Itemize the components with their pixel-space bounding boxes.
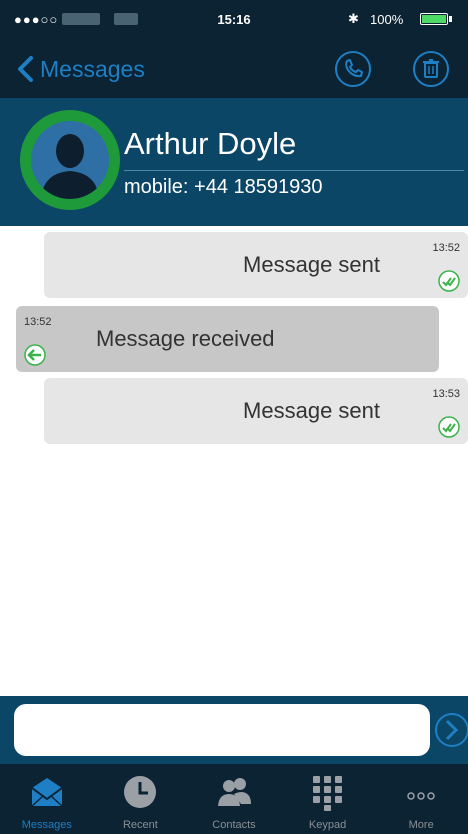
message-time: 13:53: [432, 388, 460, 400]
message-bubble-sent[interactable]: Message sent 13:52: [44, 232, 468, 298]
delivered-check-icon: [438, 270, 460, 292]
message-time: 13:52: [432, 242, 460, 254]
tab-messages[interactable]: Messages: [0, 764, 94, 834]
message-input[interactable]: [14, 704, 430, 756]
nav-bar: Messages: [0, 40, 468, 98]
send-button[interactable]: [432, 710, 468, 750]
message-bubble-sent[interactable]: Message sent 13:53: [44, 378, 468, 444]
tab-more[interactable]: More: [374, 764, 468, 834]
clock-icon: [124, 776, 157, 808]
battery-tip: [449, 16, 452, 22]
messages-icon: [31, 778, 63, 807]
tab-keypad[interactable]: Keypad: [281, 764, 375, 834]
tab-label: More: [408, 819, 434, 831]
message-time: 13:52: [24, 316, 52, 328]
more-icon: [407, 792, 435, 800]
back-button[interactable]: Messages: [16, 52, 145, 86]
bluetooth-icon: ✱: [348, 11, 359, 26]
back-button-label: Messages: [40, 55, 145, 82]
message-text: Message received: [96, 326, 275, 351]
tab-recent[interactable]: Recent: [94, 764, 188, 834]
tab-label: Contacts: [212, 819, 256, 831]
tab-label: Keypad: [308, 819, 347, 831]
battery-percent: 100%: [370, 12, 404, 27]
avatar[interactable]: [20, 110, 120, 210]
tab-label: Messages: [21, 819, 72, 831]
delivered-check-icon: [438, 416, 460, 438]
battery-icon: [420, 13, 448, 25]
phone-icon: [335, 51, 371, 87]
contact-number: mobile: +44 18591930: [124, 176, 323, 198]
tab-bar: Messages Recent Contacts Keypad More: [0, 764, 468, 834]
tab-contacts[interactable]: Contacts: [187, 764, 281, 834]
send-arrow-icon: [435, 713, 468, 747]
message-text: Message sent: [243, 252, 380, 277]
contact-header: Arthur Doyle mobile: +44 18591930: [0, 98, 468, 226]
call-button[interactable]: [334, 50, 372, 88]
message-text: Message sent: [243, 398, 380, 423]
tab-label: Recent: [122, 819, 158, 831]
status-bar: ●●●○○ 15:16 ✱ 100%: [0, 0, 468, 40]
contact-divider: [124, 170, 464, 171]
trash-icon: [413, 51, 449, 87]
delete-button[interactable]: [412, 50, 450, 88]
contacts-icon: [217, 778, 251, 806]
chevron-left-icon: [18, 56, 33, 82]
contact-name: Arthur Doyle: [124, 126, 297, 161]
message-bubble-received[interactable]: 13:52 Message received: [16, 306, 439, 372]
compose-bar: [0, 696, 468, 764]
incoming-arrow-icon: [24, 344, 46, 366]
person-silhouette-icon: [41, 134, 99, 199]
keypad-icon: [312, 776, 342, 811]
